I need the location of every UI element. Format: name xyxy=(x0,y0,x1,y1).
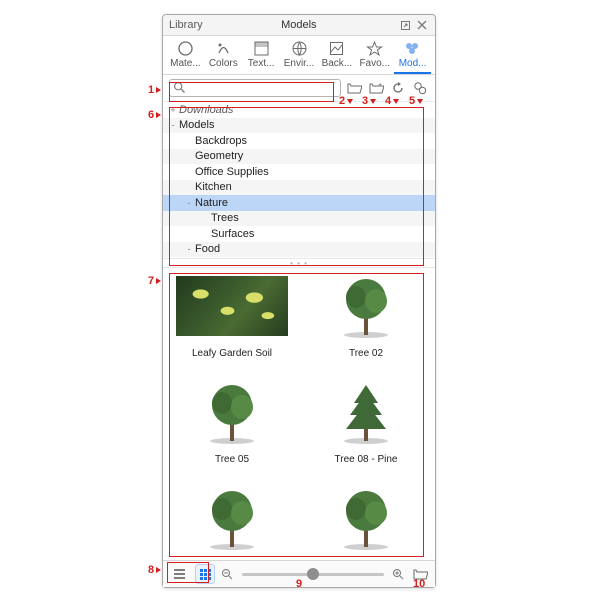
thumbnail-grid[interactable]: Leafy Garden Soil Tree 02 Tree 05 Tree 08 -… xyxy=(163,268,435,570)
tab-colors[interactable]: Colors xyxy=(205,39,242,74)
tree-label: Kitchen xyxy=(195,181,232,193)
tree-label: Trees xyxy=(211,212,239,224)
thumbnail-tree-08-pine[interactable]: Tree 08 - Pine xyxy=(303,376,429,478)
twisty-icon xyxy=(183,181,195,193)
twisty-icon[interactable]: - xyxy=(167,119,179,131)
zoom-in-icon[interactable] xyxy=(392,568,405,581)
refresh-button[interactable] xyxy=(389,79,407,97)
tree-label: Backdrops xyxy=(195,135,247,147)
twisty-icon[interactable]: - xyxy=(183,243,195,255)
thumbnail-tree-05[interactable]: Tree 05 xyxy=(169,376,295,478)
twisty-icon xyxy=(199,228,211,240)
panel-title: Models xyxy=(203,19,395,31)
twisty-icon xyxy=(183,135,195,147)
tree-label: Office Supplies xyxy=(195,166,269,178)
tab-text[interactable]: Text... xyxy=(243,39,280,74)
callout-7: 7 xyxy=(148,275,161,287)
tab-back[interactable]: Back... xyxy=(318,39,355,74)
thumbnail-label: Tree 02 xyxy=(349,348,383,372)
tools-row: + xyxy=(163,75,435,101)
thumbnail-tree-02[interactable]: Tree 02 xyxy=(303,270,429,372)
twisty-icon xyxy=(183,166,195,178)
tab-mate[interactable]: Mate... xyxy=(167,39,204,74)
tree-row-models[interactable]: -Models xyxy=(163,118,435,134)
tree-row-geometry[interactable]: Geometry xyxy=(163,149,435,165)
online-content-button[interactable] xyxy=(411,79,429,97)
tree-label: Geometry xyxy=(195,150,243,162)
twisty-icon xyxy=(183,150,195,162)
tree-row-food[interactable]: -Food xyxy=(163,242,435,258)
tree-label: Surfaces xyxy=(211,228,254,240)
tree-row-kitchen[interactable]: Kitchen xyxy=(163,180,435,196)
callout-1: 1 xyxy=(148,84,161,96)
view-list-button[interactable] xyxy=(169,564,189,584)
tab-mod[interactable]: Mod... xyxy=(394,39,431,74)
titlebar: Library Models xyxy=(163,15,435,36)
search-input[interactable] xyxy=(169,79,341,97)
tree-label: Food xyxy=(195,243,220,255)
thumbnail-label: Tree 08 - Pine xyxy=(335,454,398,478)
tree-row-trees[interactable]: Trees xyxy=(163,211,435,227)
tab-envir[interactable]: Envir... xyxy=(281,39,318,74)
tree-view[interactable]: +Downloads-ModelsBackdropsGeometryOffice… xyxy=(163,101,435,258)
callout-6: 6 xyxy=(148,109,161,121)
library-label: Library xyxy=(169,19,203,31)
twisty-icon[interactable]: - xyxy=(183,197,195,209)
tree-row-nature[interactable]: -Nature xyxy=(163,195,435,211)
thumbnail-tree-09-large-green-ash[interactable]: Tree 09 - Large Green Ash xyxy=(169,482,295,570)
open-folder-button[interactable] xyxy=(345,79,363,97)
library-panel: Library Models Mate...ColorsText...Envir… xyxy=(162,14,436,588)
tree-row-backdrops[interactable]: Backdrops xyxy=(163,133,435,149)
tabbar: Mate...ColorsText...Envir...Back...Favo.… xyxy=(163,36,435,75)
search-wrap xyxy=(169,79,341,97)
twisty-icon xyxy=(199,212,211,224)
callout-8: 8 xyxy=(148,564,161,576)
tree-label: Nature xyxy=(195,197,228,209)
search-icon xyxy=(173,81,186,94)
tree-row-downloads[interactable]: +Downloads xyxy=(163,102,435,118)
footer xyxy=(163,560,435,587)
reveal-folder-button[interactable] xyxy=(411,565,429,583)
thumbnail-label: Tree 05 xyxy=(215,454,249,478)
thumbnail-label: Leafy Garden Soil xyxy=(192,348,272,372)
view-grid-button[interactable] xyxy=(195,564,215,584)
tree-row-surfaces[interactable]: Surfaces xyxy=(163,226,435,242)
close-icon[interactable] xyxy=(415,18,429,32)
zoom-out-icon[interactable] xyxy=(221,568,234,581)
twisty-icon[interactable]: + xyxy=(167,104,179,116)
thumbnail-leafy-garden-soil[interactable]: Leafy Garden Soil xyxy=(169,270,295,372)
tab-favo[interactable]: Favo... xyxy=(356,39,393,74)
tree-row-office-supplies[interactable]: Office Supplies xyxy=(163,164,435,180)
zoom-slider[interactable] xyxy=(242,573,384,576)
thumbnail-tree-10-european-nettle[interactable]: Tree 10 - European Nettle xyxy=(303,482,429,570)
svg-text:+: + xyxy=(378,82,382,89)
detach-icon[interactable] xyxy=(398,18,412,32)
splitter-handle[interactable]: • • • xyxy=(163,258,435,268)
tree-label: Downloads xyxy=(179,104,233,116)
tree-label: Models xyxy=(179,119,214,131)
new-folder-button[interactable]: + xyxy=(367,79,385,97)
